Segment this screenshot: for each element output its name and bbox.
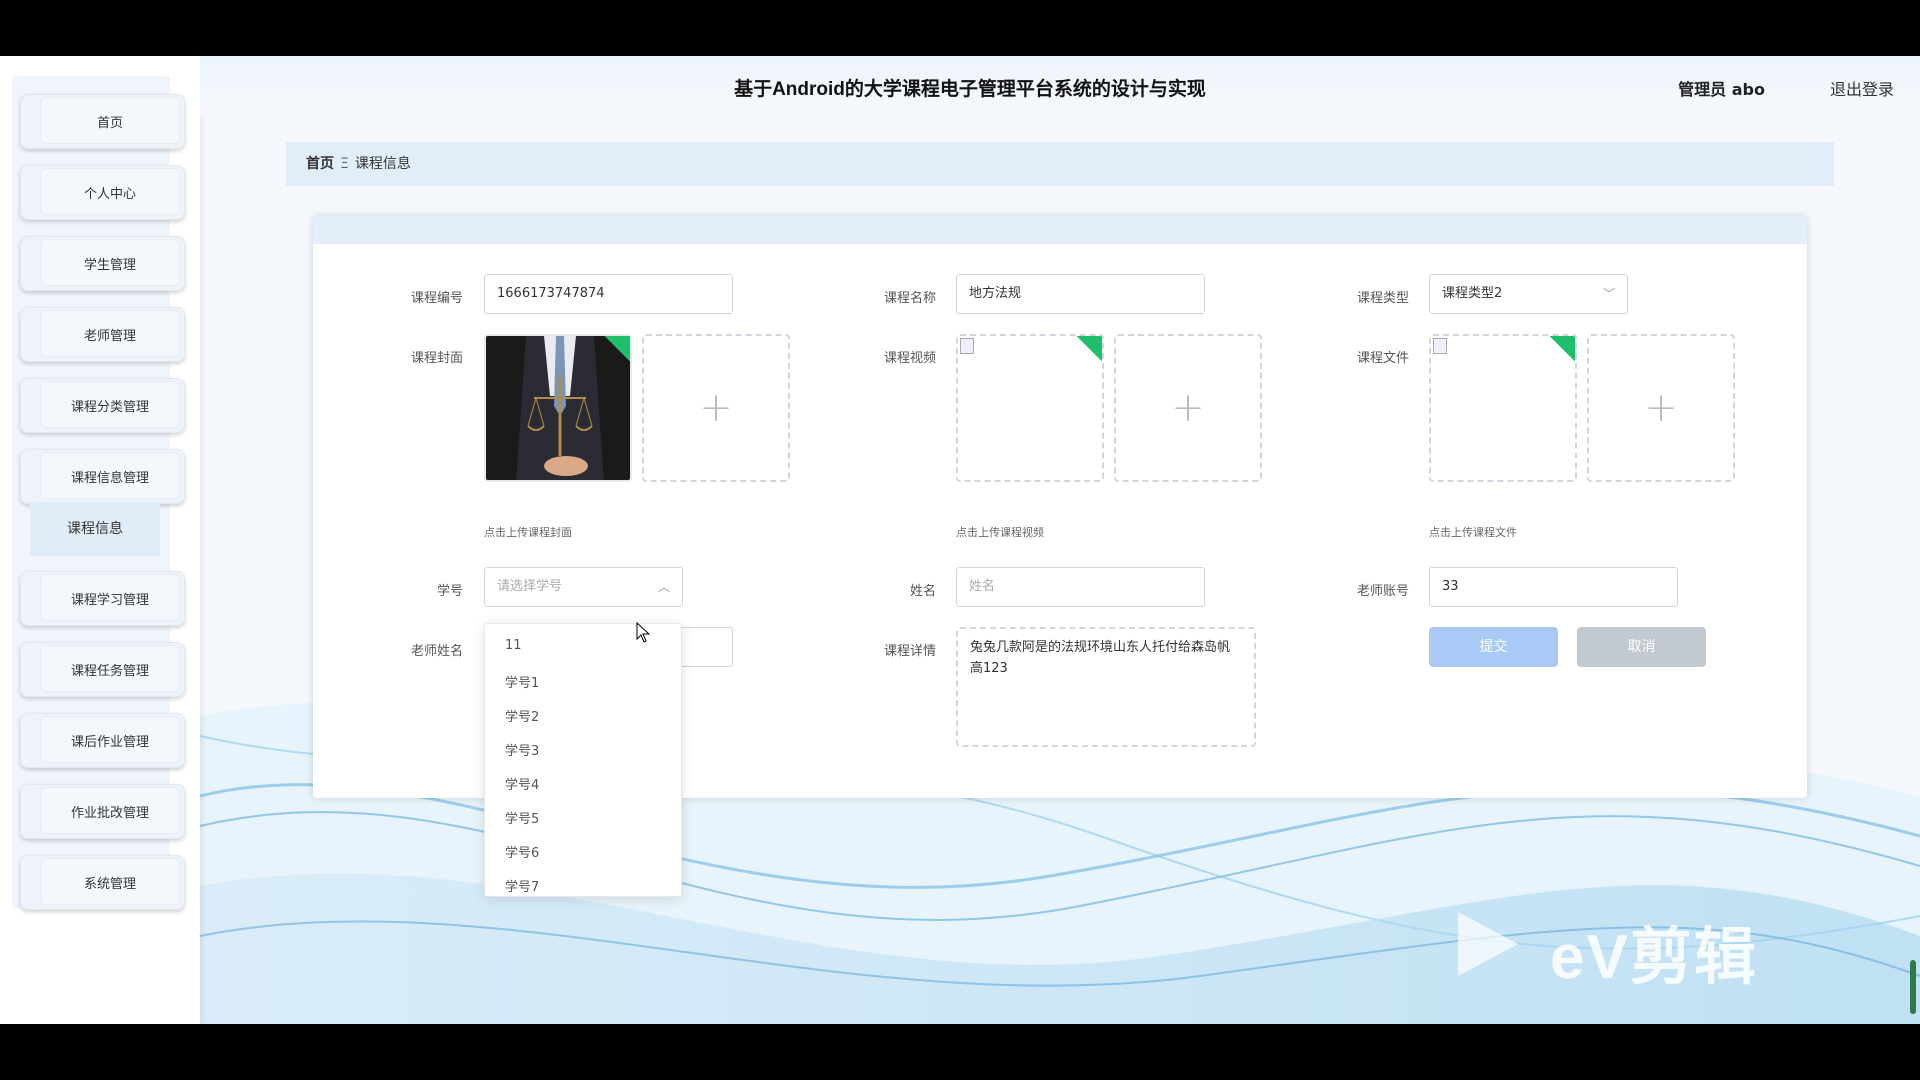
sidebar-item-grading[interactable]: 作业批改管理 <box>20 784 185 839</box>
dropdown-option[interactable]: 学号6 <box>505 842 539 861</box>
sidebar-item-profile[interactable]: 个人中心 <box>20 165 185 220</box>
submit-button[interactable]: 提交 <box>1429 627 1558 667</box>
teacher-account-input[interactable]: 33 <box>1429 567 1678 607</box>
letterbox-bottom <box>0 1024 1920 1080</box>
sidebar-item-system[interactable]: 系统管理 <box>20 855 185 910</box>
teacher-name-label: 老师姓名 <box>410 644 463 659</box>
file-upload-button[interactable]: + <box>1587 334 1735 482</box>
sidebar-item-label: 系统管理 <box>83 877 136 892</box>
cover-upload-button[interactable]: + <box>642 334 790 482</box>
sidebar-item-label: 老师管理 <box>83 329 136 344</box>
breadcrumb-home[interactable]: 首页 <box>306 156 334 172</box>
cancel-button[interactable]: 取消 <box>1577 627 1706 667</box>
cover-image <box>486 336 630 480</box>
sidebar: 首页 个人中心 学生管理 老师管理 课程分类管理 课程信息管理 课程信息 课程学… <box>0 56 200 1024</box>
sidebar-item-course-categories[interactable]: 课程分类管理 <box>20 378 185 433</box>
sidebar-item-label: 课程任务管理 <box>70 664 149 679</box>
sidebar-item-label: 课后作业管理 <box>70 735 149 750</box>
course-no-input[interactable]: 1666173747874 <box>484 274 733 314</box>
sidebar-item-home[interactable]: 首页 <box>20 94 185 149</box>
cover-label: 课程封面 <box>410 351 463 366</box>
upload-success-corner <box>1076 336 1102 362</box>
breadcrumb-separator: Ξ <box>340 156 349 172</box>
plus-icon: + <box>1644 385 1678 431</box>
course-type-label: 课程类型 <box>1356 291 1409 306</box>
plus-icon: + <box>699 385 733 431</box>
student-no-placeholder: 请选择学号 <box>497 579 563 594</box>
dropdown-option[interactable]: 学号5 <box>505 808 539 827</box>
card-header-strip <box>313 216 1807 244</box>
sidebar-item-students[interactable]: 学生管理 <box>20 236 185 291</box>
sidebar-item-label: 课程学习管理 <box>70 593 149 608</box>
mouse-cursor-icon <box>636 622 651 643</box>
sidebar-item-label: 作业批改管理 <box>70 806 149 821</box>
sidebar-item-label: 课程信息管理 <box>70 471 149 486</box>
course-type-value: 课程类型2 <box>1442 286 1503 301</box>
name-input[interactable]: 姓名 <box>956 567 1205 607</box>
watermark-play-icon <box>1458 912 1518 976</box>
sidebar-item-homework[interactable]: 课后作业管理 <box>20 713 185 768</box>
page-title: 基于Android的大学课程电子管理平台系统的设计与实现 <box>734 79 1206 100</box>
sidebar-item-label: 学生管理 <box>83 258 136 273</box>
sidebar-item-course-info[interactable]: 课程信息管理 <box>20 449 185 504</box>
user-name: 管理员 abo <box>1678 80 1765 99</box>
sidebar-item-label: 个人中心 <box>83 187 136 202</box>
plus-icon: + <box>1171 385 1205 431</box>
course-name-label: 课程名称 <box>883 291 936 306</box>
app-screen: 首页 个人中心 学生管理 老师管理 课程分类管理 课程信息管理 课程信息 课程学… <box>0 56 1920 1024</box>
dropdown-option[interactable]: 学号3 <box>505 740 539 759</box>
student-no-dropdown: 11 学号1 学号2 学号3 学号4 学号5 学号6 学号7 <box>484 623 682 897</box>
dropdown-option[interactable]: 学号7 <box>505 876 539 895</box>
video-preview[interactable] <box>956 334 1104 482</box>
detail-label: 课程详情 <box>883 644 936 659</box>
file-upload-hint: 点击上传课程文件 <box>1429 526 1517 539</box>
breadcrumb-current: 课程信息 <box>354 156 411 172</box>
upload-success-corner <box>1549 336 1575 362</box>
student-no-select[interactable]: 请选择学号 ︿ <box>484 567 683 607</box>
breadcrumb: 首页 Ξ 课程信息 <box>286 142 1834 186</box>
chevron-down-icon: ﹀ <box>1602 287 1615 301</box>
cover-upload-hint: 点击上传课程封面 <box>484 526 572 539</box>
student-no-label: 学号 <box>436 584 463 599</box>
sidebar-subitem-course-info[interactable]: 课程信息 <box>30 502 160 556</box>
sidebar-item-teachers[interactable]: 老师管理 <box>20 307 185 362</box>
sidebar-item-course-tasks[interactable]: 课程任务管理 <box>20 642 185 697</box>
dropdown-option[interactable]: 11 <box>505 638 522 653</box>
name-label: 姓名 <box>909 584 936 599</box>
course-type-select[interactable]: 课程类型2 ﹀ <box>1429 274 1628 314</box>
dropdown-option[interactable]: 学号1 <box>505 672 539 691</box>
file-preview[interactable] <box>1429 334 1577 482</box>
sidebar-item-course-study[interactable]: 课程学习管理 <box>20 571 185 626</box>
broken-image-icon <box>960 338 974 354</box>
dropdown-option[interactable]: 学号2 <box>505 706 539 725</box>
cover-preview[interactable] <box>484 334 632 482</box>
course-name-input[interactable]: 地方法规 <box>956 274 1205 314</box>
file-label: 课程文件 <box>1356 351 1409 366</box>
chevron-up-icon: ︿ <box>657 580 670 594</box>
video-upload-hint: 点击上传课程视频 <box>956 526 1044 539</box>
teacher-account-label: 老师账号 <box>1356 584 1409 599</box>
header: 基于Android的大学课程电子管理平台系统的设计与实现 管理员 abo 退出登… <box>200 56 1920 116</box>
video-label: 课程视频 <box>883 351 936 366</box>
broken-image-icon <box>1433 338 1447 354</box>
dropdown-option[interactable]: 学号4 <box>505 774 539 793</box>
logout-link[interactable]: 退出登录 <box>1830 76 1894 100</box>
sidebar-item-label: 课程分类管理 <box>70 400 149 415</box>
course-no-label: 课程编号 <box>410 291 463 306</box>
video-upload-button[interactable]: + <box>1114 334 1262 482</box>
sidebar-item-label: 首页 <box>96 116 123 131</box>
watermark-text: eV剪辑 <box>1550 923 1758 992</box>
scrollbar-thumb[interactable] <box>1910 960 1916 1014</box>
detail-textarea[interactable]: 兔兔几款阿是的法规环境山东人托付给森岛帆高123 <box>956 627 1256 747</box>
